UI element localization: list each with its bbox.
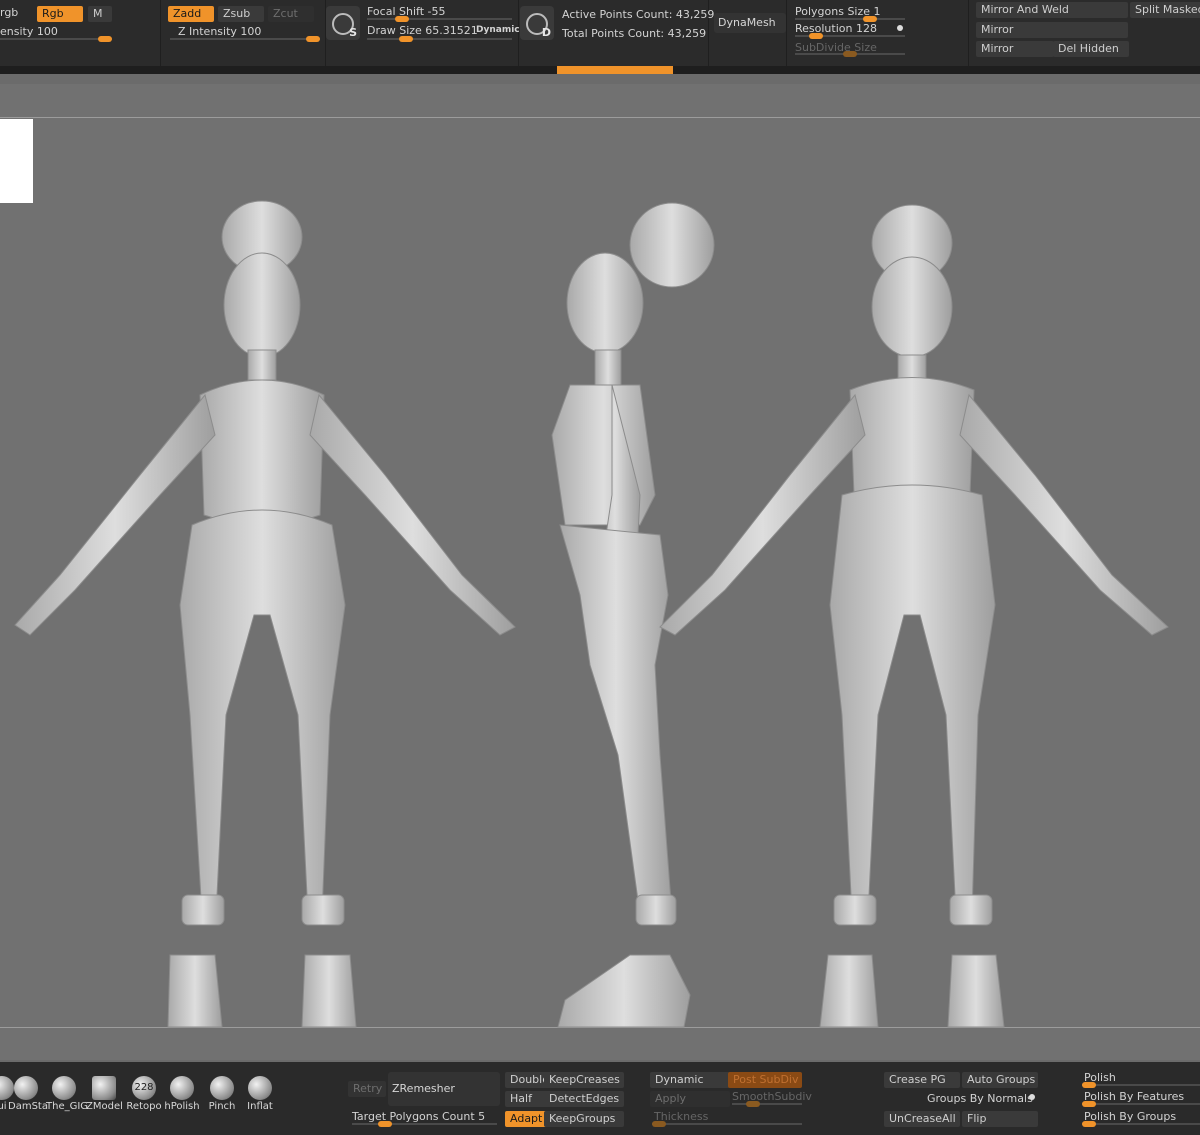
- stroke-d-icon[interactable]: D: [520, 6, 554, 40]
- zremesher-button[interactable]: ZRemesher: [388, 1072, 500, 1106]
- rgb-intensity-slider[interactable]: [0, 36, 112, 42]
- total-points-count: Total Points Count: 43,259: [562, 27, 707, 40]
- polish-by-features-slider[interactable]: [1082, 1101, 1200, 1107]
- post-subdiv-toggle[interactable]: Post SubDiv: [728, 1072, 802, 1088]
- cube-icon: [92, 1076, 116, 1100]
- draw-size-label: Draw Size 65.31521: [367, 24, 478, 37]
- resolution-slider[interactable]: [795, 33, 905, 39]
- rgb-label: rgb: [0, 6, 19, 19]
- polish-by-groups-slider[interactable]: [1082, 1121, 1200, 1127]
- keepcreases-toggle[interactable]: KeepCreases: [544, 1072, 624, 1088]
- brush-slot-damstandard[interactable]: DamSta: [8, 1076, 48, 1112]
- double-button[interactable]: Double: [505, 1072, 547, 1088]
- navigation-cube-panel[interactable]: [0, 119, 33, 203]
- polish-slider[interactable]: [1082, 1082, 1200, 1088]
- zsub-toggle[interactable]: Zsub: [218, 6, 264, 22]
- brush-slot-hpolish[interactable]: hPolish: [164, 1076, 200, 1112]
- zadd-toggle[interactable]: Zadd: [168, 6, 214, 22]
- z-intensity-slider[interactable]: [170, 36, 320, 42]
- stroke-s-icon[interactable]: S: [326, 6, 360, 40]
- brush-ball-icon: [52, 1076, 76, 1100]
- target-polygons-slider[interactable]: [352, 1121, 497, 1127]
- active-points-count: Active Points Count: 43,259: [562, 8, 715, 21]
- brush-ball-icon: 228: [132, 1076, 156, 1100]
- brush-slot-pinch[interactable]: Pinch: [204, 1076, 240, 1112]
- mirror-and-weld-button[interactable]: Mirror And Weld: [976, 2, 1128, 18]
- focal-shift-slider[interactable]: [367, 16, 512, 22]
- smoothsubdiv-label: SmoothSubdiv: [732, 1090, 812, 1103]
- half-button[interactable]: Half: [505, 1091, 547, 1107]
- mirror-button-2[interactable]: Mirror: [976, 41, 1054, 57]
- model-back-view: [659, 204, 1169, 1028]
- m-toggle[interactable]: M: [88, 6, 112, 22]
- dynamic-subdiv-button[interactable]: Dynamic: [650, 1072, 730, 1088]
- brush-slot-zmodeler[interactable]: ZModel: [86, 1076, 123, 1112]
- brush-ball-icon: [248, 1076, 272, 1100]
- apply-button[interactable]: Apply: [650, 1091, 730, 1107]
- mirror-button[interactable]: Mirror: [976, 22, 1128, 38]
- smoothsubdiv-slider[interactable]: [732, 1101, 802, 1107]
- del-hidden-button[interactable]: Del Hidden: [1053, 41, 1129, 57]
- keepgroups-toggle[interactable]: KeepGroups: [544, 1111, 624, 1127]
- retry-button[interactable]: Retry: [348, 1081, 386, 1097]
- zcut-toggle[interactable]: Zcut: [268, 6, 314, 22]
- draw-size-slider[interactable]: [367, 36, 512, 42]
- resolution-label: Resolution 128: [795, 22, 877, 35]
- detectedges-toggle[interactable]: DetectEdges: [544, 1091, 624, 1107]
- dynamic-draw-size-toggle[interactable]: Dynamic: [476, 25, 520, 35]
- subdivide-size-slider[interactable]: [795, 51, 905, 57]
- z-intensity-label: Z Intensity 100: [178, 25, 262, 38]
- brush-slot-inflate[interactable]: Inflat: [242, 1076, 278, 1112]
- polygons-size-slider[interactable]: [795, 16, 905, 22]
- brush-slot-the-gig[interactable]: The_GIG: [46, 1076, 88, 1112]
- top-toolbar: rgb Rgb M ensity 100 Zadd Zsub Zcut Z In…: [0, 0, 1200, 74]
- groups-by-normals-label[interactable]: Groups By Normals: [927, 1092, 1033, 1105]
- target-polygons-count-label: Target Polygons Count 5: [352, 1110, 486, 1123]
- rgb-intensity-label: ensity 100: [0, 25, 58, 38]
- brush-slot-retopo[interactable]: 228 Retopo: [126, 1076, 162, 1112]
- character-model-views: [14, 200, 1169, 1028]
- adapt-toggle[interactable]: Adapt: [505, 1111, 547, 1127]
- dynamesh-button[interactable]: DynaMesh: [714, 13, 786, 33]
- polish-by-features-label: Polish By Features: [1084, 1090, 1185, 1103]
- floor-grid-line-top: [0, 117, 1200, 118]
- crease-pg-button[interactable]: Crease PG: [884, 1072, 960, 1088]
- polish-by-groups-label: Polish By Groups: [1084, 1110, 1177, 1123]
- rgb-toggle[interactable]: Rgb: [37, 6, 83, 22]
- auto-groups-button[interactable]: Auto Groups: [962, 1072, 1038, 1088]
- brush-ball-icon: [14, 1076, 38, 1100]
- split-masked-button[interactable]: Split Masked: [1130, 2, 1200, 18]
- active-tab-indicator[interactable]: [557, 66, 673, 74]
- flip-button[interactable]: Flip: [962, 1111, 1038, 1127]
- brush-ball-icon: [210, 1076, 234, 1100]
- uncreaseall-button[interactable]: UnCreaseAll: [884, 1111, 960, 1127]
- brush-ball-icon: [170, 1076, 194, 1100]
- groups-by-normals-indicator-icon: [1029, 1094, 1035, 1100]
- thickness-slider[interactable]: [652, 1121, 802, 1127]
- model-front-view: [14, 200, 516, 1028]
- resolution-indicator-icon: [897, 25, 903, 31]
